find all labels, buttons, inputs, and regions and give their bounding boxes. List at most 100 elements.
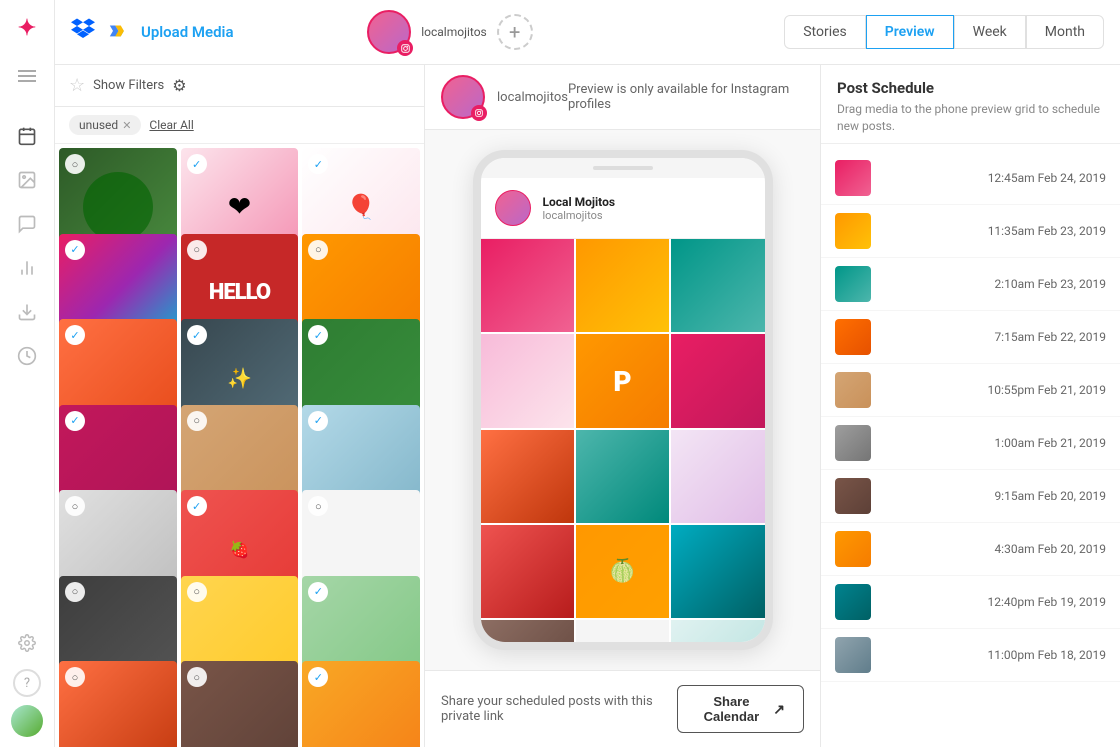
preview-panel: localmojitos Preview is only available f… bbox=[425, 65, 820, 747]
top-header: Upload Media localmojitos + Stories Prev… bbox=[55, 0, 1120, 65]
schedule-item[interactable]: 11:00pm Feb 18, 2019 bbox=[821, 629, 1120, 682]
select-checkbox[interactable]: ○ bbox=[187, 667, 207, 687]
phone-grid-cell[interactable] bbox=[671, 430, 764, 523]
schedule-time: 10:55pm Feb 21, 2019 bbox=[881, 383, 1106, 397]
phone-grid-cell[interactable] bbox=[576, 430, 669, 523]
tag-bar: unused ✕ Clear All bbox=[55, 107, 424, 144]
preview-notice: Preview is only available for Instagram … bbox=[568, 82, 804, 112]
select-checkbox[interactable]: ✓ bbox=[187, 154, 207, 174]
phone-handle: localmojitos bbox=[543, 209, 616, 222]
phone-grid-cell[interactable]: 👥 bbox=[671, 620, 764, 650]
select-checkbox[interactable]: ○ bbox=[65, 582, 85, 602]
schedule-item[interactable]: 10:55pm Feb 21, 2019 bbox=[821, 364, 1120, 417]
phone-grid-cell[interactable] bbox=[481, 525, 574, 618]
schedule-item[interactable]: 2:10am Feb 23, 2019 bbox=[821, 258, 1120, 311]
phone-grid-cell[interactable]: 🍈 bbox=[576, 525, 669, 618]
schedule-thumb bbox=[835, 637, 871, 673]
phone-grid-cell[interactable]: 🎉 bbox=[576, 620, 669, 650]
show-filters-button[interactable]: Show Filters bbox=[93, 78, 164, 93]
select-checkbox[interactable]: ○ bbox=[187, 240, 207, 260]
phone-grid-cell[interactable] bbox=[671, 239, 764, 332]
schedule-item[interactable]: 12:45am Feb 24, 2019 bbox=[821, 152, 1120, 205]
dropbox-icon[interactable] bbox=[71, 18, 95, 46]
select-checkbox[interactable]: ○ bbox=[308, 240, 328, 260]
tab-preview[interactable]: Preview bbox=[866, 15, 954, 49]
schedule-item[interactable]: 4:30am Feb 20, 2019 bbox=[821, 523, 1120, 576]
schedule-panel-header: Post Schedule Drag media to the phone pr… bbox=[821, 65, 1120, 144]
settings-nav-icon[interactable] bbox=[9, 625, 45, 661]
media-item[interactable]: ○ bbox=[59, 661, 177, 747]
select-checkbox[interactable]: ✓ bbox=[65, 240, 85, 260]
schedule-time: 12:40pm Feb 19, 2019 bbox=[881, 595, 1106, 609]
help-nav-icon[interactable]: ? bbox=[13, 669, 41, 697]
content-area: ☆ Show Filters ⚙ unused ✕ Clear All bbox=[55, 65, 1120, 747]
schedule-thumb bbox=[835, 372, 871, 408]
phone-mockup: Local Mojitos localmojitos P bbox=[473, 150, 773, 650]
filter-options-icon[interactable]: ⚙ bbox=[172, 76, 186, 95]
media-item[interactable]: ✓ bbox=[302, 661, 420, 747]
schedule-time: 2:10am Feb 23, 2019 bbox=[881, 277, 1106, 291]
upload-media-button[interactable]: Upload Media bbox=[141, 23, 234, 41]
user-avatar[interactable] bbox=[11, 705, 43, 737]
phone-grid-cell[interactable] bbox=[481, 239, 574, 332]
preview-profile-avatar-wrap bbox=[441, 75, 485, 119]
unused-tag[interactable]: unused ✕ bbox=[69, 115, 141, 135]
phone-grid-cell[interactable] bbox=[481, 430, 574, 523]
select-checkbox[interactable]: ○ bbox=[187, 411, 207, 431]
chat-nav-icon[interactable] bbox=[9, 206, 45, 242]
preview-instagram-badge bbox=[471, 105, 487, 121]
remove-unused-tag[interactable]: ✕ bbox=[122, 119, 131, 132]
tab-week[interactable]: Week bbox=[954, 15, 1026, 49]
instagram-badge bbox=[397, 40, 413, 56]
main-area: Upload Media localmojitos + Stories Prev… bbox=[55, 0, 1120, 747]
phone-grid-cell[interactable] bbox=[481, 620, 574, 650]
media-item[interactable]: ○ bbox=[181, 661, 299, 747]
analytics-nav-icon[interactable] bbox=[9, 338, 45, 374]
schedule-item[interactable]: 1:00am Feb 21, 2019 bbox=[821, 417, 1120, 470]
preview-profile-handle: localmojitos bbox=[497, 90, 568, 105]
select-checkbox[interactable]: ✓ bbox=[308, 411, 328, 431]
hamburger-icon[interactable] bbox=[9, 58, 45, 94]
select-checkbox[interactable]: ✓ bbox=[187, 496, 207, 516]
phone-notch bbox=[481, 158, 765, 178]
download-nav-icon[interactable] bbox=[9, 294, 45, 330]
left-sidebar: ✦ ? bbox=[0, 0, 55, 747]
phone-grid-cell[interactable] bbox=[671, 525, 764, 618]
select-checkbox[interactable]: ○ bbox=[187, 582, 207, 602]
media-nav-icon[interactable] bbox=[9, 162, 45, 198]
media-grid: ○ ❤ ✓ 🎈 ✓ ✓ bbox=[55, 144, 424, 747]
schedule-time: 9:15am Feb 20, 2019 bbox=[881, 489, 1106, 503]
clear-all-button[interactable]: Clear All bbox=[149, 118, 193, 132]
phone-grid-cell[interactable]: P bbox=[576, 334, 669, 427]
schedule-list: 12:45am Feb 24, 2019 11:35am Feb 23, 201… bbox=[821, 144, 1120, 747]
select-checkbox[interactable]: ✓ bbox=[65, 411, 85, 431]
schedule-item[interactable]: 7:15am Feb 22, 2019 bbox=[821, 311, 1120, 364]
phone-profile-header: Local Mojitos localmojitos bbox=[481, 178, 765, 239]
calendar-nav-icon[interactable] bbox=[9, 118, 45, 154]
media-panel-header: ☆ Show Filters ⚙ bbox=[55, 65, 424, 107]
phone-grid-cell[interactable] bbox=[576, 239, 669, 332]
google-drive-icon[interactable] bbox=[107, 20, 129, 44]
phone-grid-cell[interactable] bbox=[481, 334, 574, 427]
schedule-thumb bbox=[835, 319, 871, 355]
tab-month[interactable]: Month bbox=[1026, 15, 1104, 49]
add-profile-button[interactable]: + bbox=[497, 14, 533, 50]
select-checkbox[interactable]: ✓ bbox=[65, 325, 85, 345]
select-checkbox[interactable]: ○ bbox=[65, 154, 85, 174]
star-filter-icon[interactable]: ☆ bbox=[69, 75, 85, 96]
schedule-item[interactable]: 11:35am Feb 23, 2019 bbox=[821, 205, 1120, 258]
tab-stories[interactable]: Stories bbox=[784, 15, 866, 49]
schedule-item[interactable]: 9:15am Feb 20, 2019 bbox=[821, 470, 1120, 523]
phone-grid-cell[interactable] bbox=[671, 334, 764, 427]
preview-content: Local Mojitos localmojitos P bbox=[425, 130, 820, 670]
post-schedule-title: Post Schedule bbox=[837, 79, 1104, 97]
schedule-item[interactable]: 12:40pm Feb 19, 2019 bbox=[821, 576, 1120, 629]
logo-icon: ✦ bbox=[9, 10, 45, 46]
select-checkbox[interactable]: ✓ bbox=[187, 325, 207, 345]
chart-nav-icon[interactable] bbox=[9, 250, 45, 286]
schedule-time: 12:45am Feb 24, 2019 bbox=[881, 171, 1106, 185]
media-panel: ☆ Show Filters ⚙ unused ✕ Clear All bbox=[55, 65, 425, 747]
phone-username: Local Mojitos bbox=[543, 195, 616, 209]
profile-avatar-wrap[interactable] bbox=[367, 10, 411, 54]
share-calendar-button[interactable]: Share Calendar ↗ bbox=[677, 685, 804, 733]
